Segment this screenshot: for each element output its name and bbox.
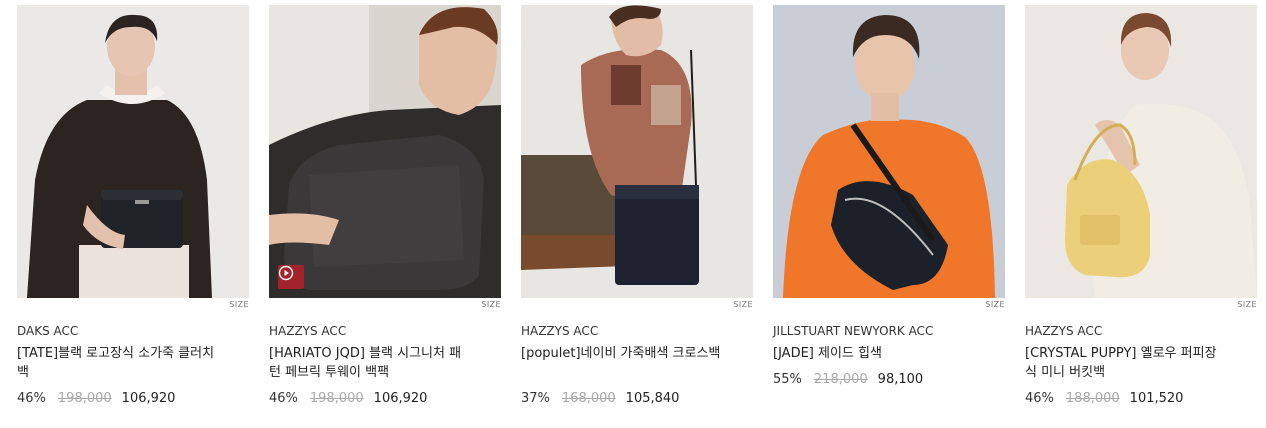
- price-row: 46% 198,000 106,920: [17, 391, 175, 406]
- product-title[interactable]: [populet]네이비 가죽배색 크로스백: [521, 344, 721, 363]
- product-brand[interactable]: HAZZYS ACC: [1025, 324, 1102, 338]
- original-price: 218,000: [813, 372, 868, 387]
- price-row: 55% 218,000 98,100: [773, 372, 923, 387]
- sale-price: 105,840: [625, 391, 680, 406]
- video-play-icon[interactable]: [278, 265, 304, 289]
- original-price: 198,000: [57, 391, 112, 406]
- product-image[interactable]: [773, 5, 1005, 298]
- discount-rate: 55%: [773, 372, 802, 387]
- product-title[interactable]: [CRYSTAL PUPPY] 옐로우 퍼피장식 미니 버킷백: [1025, 344, 1225, 382]
- product-image[interactable]: [17, 5, 249, 298]
- sale-price: 106,920: [373, 391, 428, 406]
- product-image[interactable]: [269, 5, 501, 298]
- original-price: 198,000: [309, 391, 364, 406]
- product-brand[interactable]: DAKS ACC: [17, 324, 78, 338]
- discount-rate: 46%: [1025, 391, 1054, 406]
- product-card[interactable]: SIZE DAKS ACC [TATE]블랙 로고장식 소가죽 클러치백 46%…: [17, 5, 249, 423]
- product-grid: SIZE DAKS ACC [TATE]블랙 로고장식 소가죽 클러치백 46%…: [0, 0, 1266, 428]
- product-brand[interactable]: HAZZYS ACC: [521, 324, 598, 338]
- product-card[interactable]: SIZE HAZZYS ACC [HARIATO JQD] 블랙 시그니처 패턴…: [269, 5, 501, 423]
- sale-price: 101,520: [1129, 391, 1184, 406]
- product-brand[interactable]: JILLSTUART NEWYORK ACC: [773, 324, 933, 338]
- product-image[interactable]: [521, 5, 753, 298]
- size-label: SIZE: [1237, 300, 1257, 309]
- original-price: 188,000: [1065, 391, 1120, 406]
- size-label: SIZE: [481, 300, 501, 309]
- product-title[interactable]: [JADE] 제이드 힙색: [773, 344, 973, 363]
- size-label: SIZE: [229, 300, 249, 309]
- product-title[interactable]: [HARIATO JQD] 블랙 시그니처 패턴 페브릭 투웨이 백팩: [269, 344, 469, 382]
- price-row: 46% 198,000 106,920: [269, 391, 427, 406]
- product-card[interactable]: SIZE HAZZYS ACC [CRYSTAL PUPPY] 옐로우 퍼피장식…: [1025, 5, 1257, 423]
- original-price: 168,000: [561, 391, 616, 406]
- product-title[interactable]: [TATE]블랙 로고장식 소가죽 클러치백: [17, 344, 217, 382]
- price-row: 46% 188,000 101,520: [1025, 391, 1183, 406]
- product-card[interactable]: SIZE HAZZYS ACC [populet]네이비 가죽배색 크로스백 3…: [521, 5, 753, 423]
- size-label: SIZE: [733, 300, 753, 309]
- size-label: SIZE: [985, 300, 1005, 309]
- sale-price: 98,100: [877, 372, 924, 387]
- discount-rate: 46%: [269, 391, 298, 406]
- discount-rate: 37%: [521, 391, 550, 406]
- product-brand[interactable]: HAZZYS ACC: [269, 324, 346, 338]
- product-card[interactable]: SIZE JILLSTUART NEWYORK ACC [JADE] 제이드 힙…: [773, 5, 1005, 423]
- discount-rate: 46%: [17, 391, 46, 406]
- price-row: 37% 168,000 105,840: [521, 391, 679, 406]
- sale-price: 106,920: [121, 391, 176, 406]
- product-image[interactable]: [1025, 5, 1257, 298]
